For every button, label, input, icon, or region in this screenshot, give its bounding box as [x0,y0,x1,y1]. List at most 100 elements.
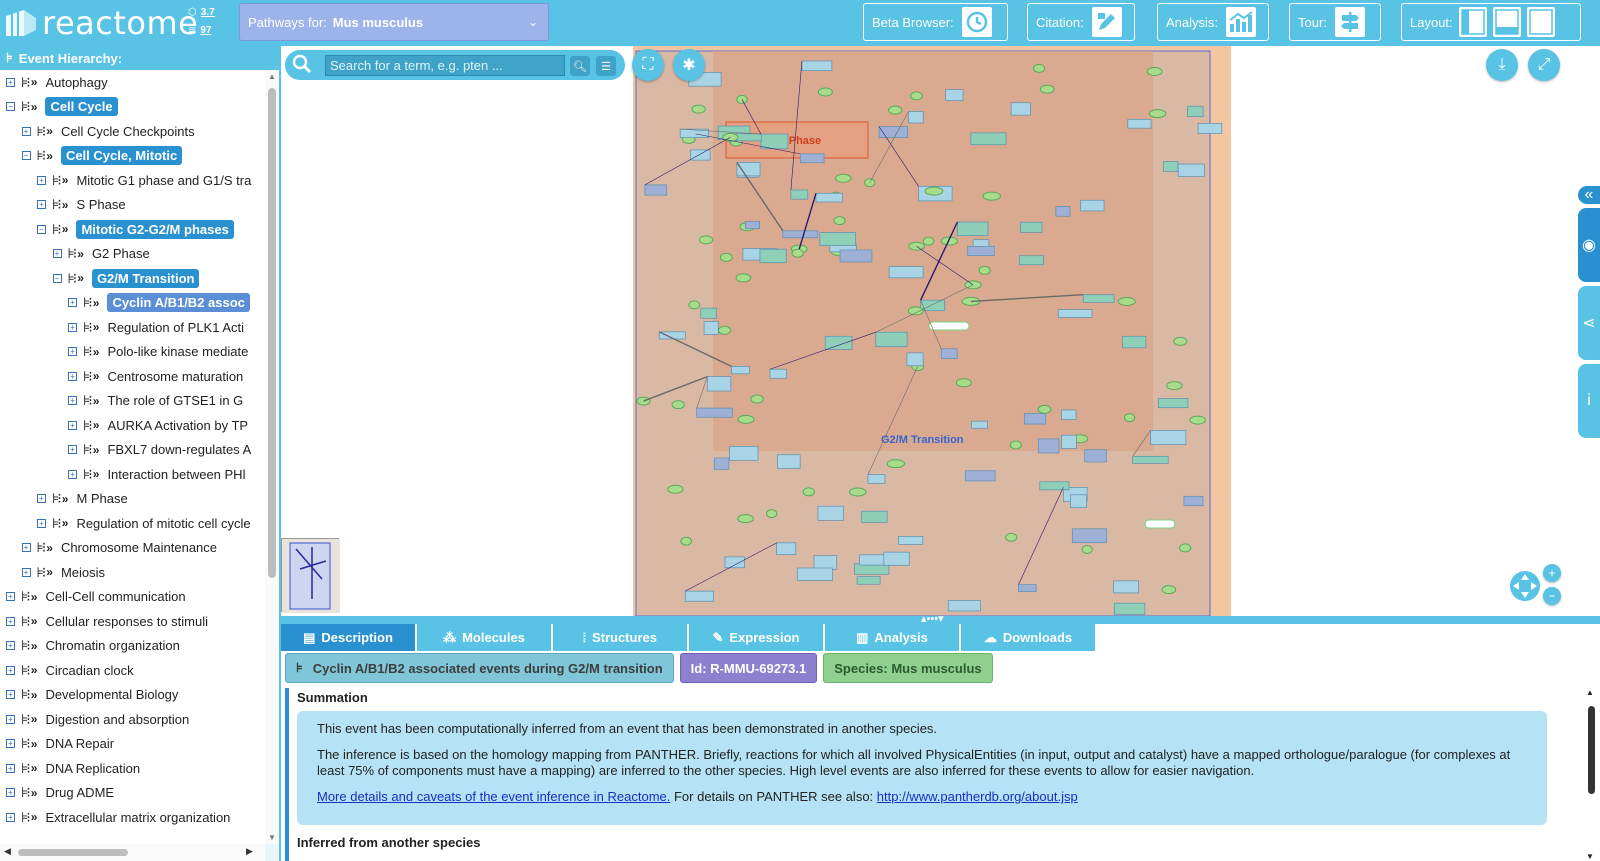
double-chevron-icon[interactable]: » [31,737,38,751]
diagram-node[interactable] [883,551,910,566]
tree-item[interactable]: + ⊧⁝» Cell-Cell communication [6,586,186,608]
diagram-node[interactable] [1080,199,1105,212]
diagram-node[interactable] [684,590,714,602]
diagram-node[interactable] [759,248,787,264]
diagram-node[interactable] [744,221,760,230]
diagram-node[interactable] [906,352,924,367]
expand-icon[interactable]: + [68,347,77,356]
pan-zoom-control[interactable] [1503,564,1547,608]
diagram-node[interactable] [1148,109,1167,119]
tree-item[interactable]: + ⊧⁝» Chromatin organization [6,635,180,657]
diagram-node[interactable] [1157,398,1189,409]
expand-icon[interactable]: + [6,77,15,87]
diagram-node[interactable] [982,191,1001,201]
diagram-node[interactable] [680,536,692,546]
diagram-node[interactable] [967,245,995,257]
diagram-node[interactable] [1183,495,1204,507]
collapse-icon[interactable]: − [52,273,62,283]
diagram-node[interactable] [945,89,964,101]
double-chevron-icon[interactable]: » [46,149,53,163]
diagram-node[interactable] [1037,438,1060,454]
double-chevron-icon[interactable]: » [46,565,53,579]
diagram-node[interactable] [760,133,789,150]
tree-item[interactable]: − ⊧⁝» Cell Cycle [6,96,118,118]
tab-molecules[interactable]: ⁂ Molecules [417,624,551,651]
diagram-node[interactable] [1173,336,1188,346]
diagram-node[interactable] [861,510,888,523]
double-chevron-icon[interactable]: » [31,810,38,824]
double-chevron-icon[interactable]: » [31,75,38,89]
double-chevron-icon[interactable]: » [31,688,38,702]
double-chevron-icon[interactable]: » [31,100,38,114]
tree-item[interactable]: + ⊧⁝» FBXL7 down-regulates A [68,439,251,461]
double-chevron-icon[interactable]: » [62,516,69,530]
diagram-node[interactable] [776,542,797,556]
diagram-node[interactable] [849,487,867,497]
double-chevron-icon[interactable]: » [93,394,100,408]
diagram-node[interactable] [1132,455,1169,464]
reactome-logo[interactable]: reactome [4,2,198,44]
version-b[interactable]: 97 [200,22,211,40]
diagram-node[interactable] [856,576,881,585]
diagram-node[interactable] [1146,66,1163,76]
details-splitter[interactable]: ▴•••▾ [281,613,1600,625]
expand-icon[interactable]: + [21,543,31,552]
diagram-node[interactable] [1113,602,1146,616]
diagram-node[interactable] [813,555,838,570]
double-chevron-icon[interactable]: » [62,222,69,236]
analysis-button[interactable]: Analysis: [1157,3,1269,41]
diagram-node[interactable] [667,484,684,494]
diagram-node[interactable] [964,470,996,482]
diagram-node[interactable] [1061,409,1077,420]
palette-icon[interactable]: ◉ [1578,208,1600,282]
diagram-node[interactable] [777,454,801,469]
layout-full-icon[interactable] [1526,7,1555,37]
diagram-node[interactable] [888,266,924,279]
diagram-node[interactable] [978,265,991,275]
diagram-node[interactable] [729,446,759,461]
version-a[interactable]: 3.7 [201,4,215,22]
search-options-icon[interactable]: ☰ [596,56,616,76]
diagram-node[interactable] [1018,255,1044,266]
tree-item[interactable]: − ⊧⁝» G2/M Transition [52,267,200,289]
diagram-node[interactable] [1057,309,1093,318]
tree-item[interactable]: + ⊧⁝» Polo-like kinase mediate [68,341,248,363]
diagram-node[interactable] [735,273,752,283]
tree-item[interactable]: + ⊧⁝» Developmental Biology [6,684,178,706]
expand-icon[interactable]: + [6,739,15,748]
diagram-node[interactable] [703,321,719,335]
diagram-node[interactable] [1082,294,1115,303]
diagram-node[interactable] [834,173,852,183]
diagram-node[interactable] [970,132,1007,146]
tree-item[interactable]: + ⊧⁝» Drug ADME [6,782,114,804]
tree-item[interactable]: + ⊧⁝» Chromosome Maintenance [21,537,217,559]
diagram-node[interactable] [1009,440,1022,450]
diagram-node[interactable] [971,420,988,429]
diagram-node[interactable] [1055,206,1071,217]
diagram-node[interactable] [801,60,833,71]
diagram-node[interactable] [782,230,819,239]
fit-diagram-icon[interactable]: ⛶ [632,49,664,81]
tour-button[interactable]: Tour: [1289,3,1381,41]
expand-icon[interactable]: + [6,788,15,797]
tree-item[interactable]: + ⊧⁝» Circadian clock [6,659,134,681]
tree-item[interactable]: + ⊧⁝» Extracellular matrix organization [6,806,230,828]
tab-downloads[interactable]: ☁ Downloads [961,624,1095,651]
diagram-node[interactable] [888,105,903,115]
diagram-node[interactable] [875,331,908,347]
double-chevron-icon[interactable]: » [31,761,38,775]
tree-vertical-scrollbar[interactable]: ▲ ▼ [265,70,279,844]
search-submit-icon[interactable]: 🔍︎ [570,56,590,76]
double-chevron-icon[interactable]: » [31,786,38,800]
collapse-icon[interactable]: − [37,224,46,234]
diagram-node[interactable] [1163,161,1179,172]
expand-icon[interactable]: + [6,812,15,822]
diagram-node[interactable] [713,457,730,470]
tree-item[interactable]: + ⊧⁝» Autophagy [6,71,108,93]
tree-item[interactable]: + ⊧⁝» Interaction between PHl [68,463,245,485]
diagram-node[interactable] [815,192,843,203]
diagram-node[interactable] [886,459,906,469]
tree-item[interactable]: + ⊧⁝» Centrosome maturation [68,365,243,387]
diagram-node[interactable] [910,91,923,101]
double-chevron-icon[interactable]: » [93,443,100,457]
